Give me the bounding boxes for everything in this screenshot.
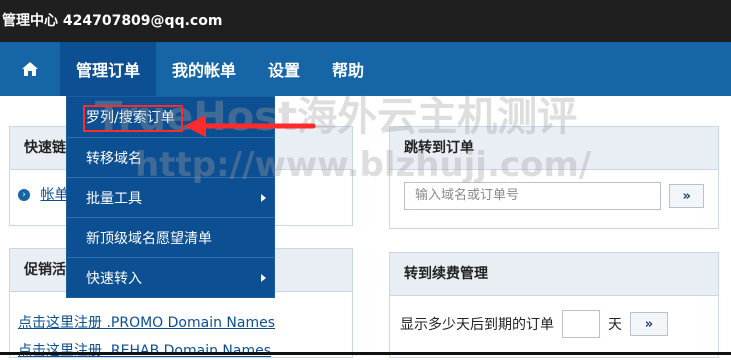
jump-order-panel: 跳转到订单 输入域名或订单号 » xyxy=(389,126,719,229)
chevron-right-icon xyxy=(261,273,266,282)
nav-my-bills[interactable]: 我的帐单 xyxy=(156,42,252,96)
promo-link[interactable]: 点击这里注册 .REHAB Domain Names xyxy=(18,340,352,360)
quick-link-bills[interactable]: 帐单 xyxy=(40,187,68,203)
menu-item-label: 转移域名 xyxy=(86,150,142,167)
domain-or-order-input[interactable]: 输入域名或订单号 xyxy=(404,182,662,210)
nav-settings[interactable]: 设置 xyxy=(252,42,316,96)
days-input[interactable] xyxy=(562,310,600,338)
account-title: 管理中心 424707809@qq.com xyxy=(2,13,223,29)
menu-item-new-tld-wishlist[interactable]: 新顶级域名愿望清单 xyxy=(67,217,274,257)
jump-order-row: 输入域名或订单号 » xyxy=(390,170,718,222)
menu-item-label: 批量工具 xyxy=(86,190,142,207)
jump-order-title: 跳转到订单 xyxy=(390,127,718,170)
menu-item-label: 快速转入 xyxy=(86,270,142,287)
days-unit: 天 xyxy=(608,317,622,333)
highlight-box xyxy=(83,105,183,132)
renewal-row: 显示多少天后到期的订单 天 » xyxy=(390,296,718,338)
nav-label: 设置 xyxy=(268,61,301,80)
main-nav: 管理订单 我的帐单 设置 帮助 xyxy=(0,42,731,96)
menu-item-quick-transfer[interactable]: 快速转入 xyxy=(67,257,274,297)
renewal-label: 显示多少天后到期的订单 xyxy=(400,317,554,333)
nav-label: 帮助 xyxy=(332,61,365,80)
promo-link[interactable]: 点击这里注册 .PROMO Domain Names xyxy=(18,312,352,332)
top-bar: 管理中心 424707809@qq.com xyxy=(0,0,731,42)
renewal-panel: 转到续费管理 显示多少天后到期的订单 天 » xyxy=(389,252,719,358)
jump-go-button[interactable]: » xyxy=(669,184,704,208)
renewal-go-button[interactable]: » xyxy=(630,312,668,336)
nav-label: 我的帐单 xyxy=(172,61,237,80)
menu-item-bulk-tools[interactable]: 批量工具 xyxy=(67,177,274,217)
home-button[interactable] xyxy=(0,42,60,96)
promo-links: 点击这里注册 .PROMO Domain Names 点击这里注册 .REHAB… xyxy=(10,292,352,360)
nav-label: 管理订单 xyxy=(76,61,141,80)
chevron-right-icon xyxy=(261,193,266,202)
nav-help[interactable]: 帮助 xyxy=(316,42,380,96)
nav-manage-orders[interactable]: 管理订单 xyxy=(60,42,157,96)
arrow-right-icon: › xyxy=(18,189,30,201)
menu-item-label: 新顶级域名愿望清单 xyxy=(86,230,212,247)
menu-item-transfer-domain[interactable]: 转移域名 xyxy=(67,137,274,177)
renewal-title: 转到续费管理 xyxy=(390,253,718,296)
home-icon xyxy=(22,62,38,76)
